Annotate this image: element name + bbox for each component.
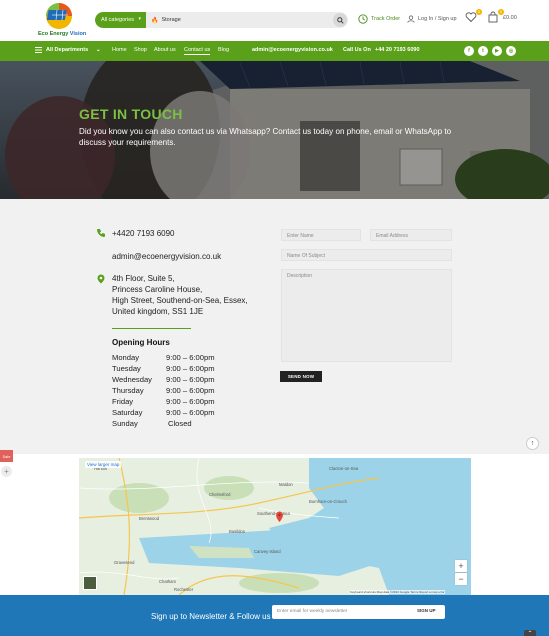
svg-text:Brentwood: Brentwood [139,516,160,521]
cart-total: £0.00 [503,15,517,21]
brand-name: Eco Energy Vision [38,31,87,37]
map-image: Clacton-on-Sea Southend-on-Sea Chelmsfor… [79,458,471,595]
hours-row: Friday 9:00 – 6:00pm [112,397,215,406]
svg-text:Chelmsford: Chelmsford [209,492,231,497]
search-button[interactable] [333,13,347,27]
newsletter-title: Sign up to Newsletter & Follow us [151,612,271,621]
call-label: Call Us On [343,47,371,53]
main-navigation: All Departments ⌄ Home Shop About us Con… [0,41,549,61]
send-now-button[interactable]: SEND NOW [280,371,322,382]
plus-icon[interactable]: + [1,466,12,477]
hours-row: Monday 9:00 – 6:00pm [112,353,215,362]
clock-icon [358,14,368,24]
svg-text:Maldon: Maldon [279,482,293,487]
svg-text:Burnham-on-Crouch: Burnham-on-Crouch [309,499,348,504]
arrow-up-icon[interactable]: ↑ [526,437,539,450]
nav-home[interactable]: Home [112,47,127,53]
scroll-up-icon[interactable]: ⌃ [524,630,536,636]
twitter-icon[interactable]: t [478,46,488,56]
sale-tab[interactable]: Sale [0,450,13,462]
search-input[interactable]: 🔥 Storage [146,17,333,24]
hours-row: Tuesday 9:00 – 6:00pm [112,364,215,373]
wishlist-button[interactable]: 0 [465,9,482,25]
search-bar: All categories ▾ 🔥 Storage [95,12,348,28]
zoom-out-button[interactable]: − [455,573,467,585]
description-textarea[interactable]: Description [281,269,452,362]
location-pin-icon [97,274,105,284]
site-header: Eco Energy Vision All categories ▾ 🔥 Sto… [0,0,549,41]
contact-section: +4420 7193 6090 admin@ecoenergyvision.co… [0,199,549,454]
wishlist-count-badge: 0 [476,9,482,15]
login-link[interactable]: Log In / Sign up [407,15,457,23]
hero-title: GET IN TOUCH [79,106,183,122]
phone-icon [97,229,105,237]
hours-row: Saturday 9:00 – 6:00pm [112,408,215,417]
hours-row: Thursday 9:00 – 6:00pm [112,386,215,395]
nav-blog[interactable]: Blog [218,47,229,53]
header-phone[interactable]: +44 20 7193 6090 [375,47,420,53]
google-map[interactable]: Clacton-on-Sea Southend-on-Sea Chelmsfor… [79,458,471,595]
all-departments-menu[interactable]: All Departments ⌄ [35,47,101,53]
svg-text:Basildon: Basildon [229,529,246,534]
hours-row: Wednesday 9:00 – 6:00pm [112,375,215,384]
chevron-down-icon: ▾ [138,16,141,22]
hero-banner: GET IN TOUCH Did you know you can also c… [0,61,549,199]
opening-hours-title: Opening Hours [112,338,170,347]
hours-row: Sunday Closed [112,419,192,428]
name-field[interactable]: Enter Name [281,229,361,241]
nav-about[interactable]: About us [154,47,176,53]
svg-text:Southend-on-Sea: Southend-on-Sea [257,511,290,516]
instagram-icon[interactable]: ◎ [506,46,516,56]
view-larger-map-link[interactable]: View larger map [85,461,122,468]
opening-hours-list: Monday 9:00 – 6:00pm Tuesday 9:00 – 6:00pm… [112,352,215,429]
track-order-link[interactable]: Track Order [358,14,400,24]
search-icon [336,16,344,24]
user-icon [407,15,415,23]
cart-button[interactable]: 0 [487,9,504,25]
subject-field[interactable]: Name Of Subject [281,249,452,261]
divider [112,328,191,329]
nav-shop[interactable]: Shop [134,47,147,53]
svg-text:Clacton-on-Sea: Clacton-on-Sea [329,466,359,471]
category-select[interactable]: All categories ▾ [95,12,146,28]
newsletter-bar: Sign up to Newsletter & Follow us Enter … [0,595,549,636]
youtube-icon[interactable]: ▶ [492,46,502,56]
contact-email[interactable]: admin@ecoenergyvision.co.uk [112,252,221,261]
svg-text:Chatham: Chatham [159,579,177,584]
hamburger-icon [35,47,42,53]
svg-text:Canvey Island: Canvey Island [254,549,281,554]
satellite-toggle[interactable] [83,576,97,590]
contact-address: 4th Floor, Suite 5, Princess Caroline Ho… [112,274,248,316]
nav-contact[interactable]: Contact us [184,47,211,55]
email-field[interactable]: Email Address [370,229,452,241]
svg-text:Gravesend: Gravesend [114,560,135,565]
flame-icon: 🔥 [151,17,159,24]
map-attribution: Keyboard shortcuts Map data ©2024 Google… [350,590,445,594]
chevron-down-icon: ⌄ [96,47,101,53]
svg-text:Rochester: Rochester [174,587,194,592]
hero-text: Did you know you can also contact us via… [79,127,452,147]
header-email[interactable]: admin@ecoenergyvision.co.uk [252,47,333,53]
zoom-in-button[interactable]: + [455,560,467,572]
contact-phone[interactable]: +4420 7193 6090 [112,229,175,238]
sign-up-button[interactable]: SIGN UP [417,608,436,613]
facebook-icon[interactable]: f [464,46,474,56]
